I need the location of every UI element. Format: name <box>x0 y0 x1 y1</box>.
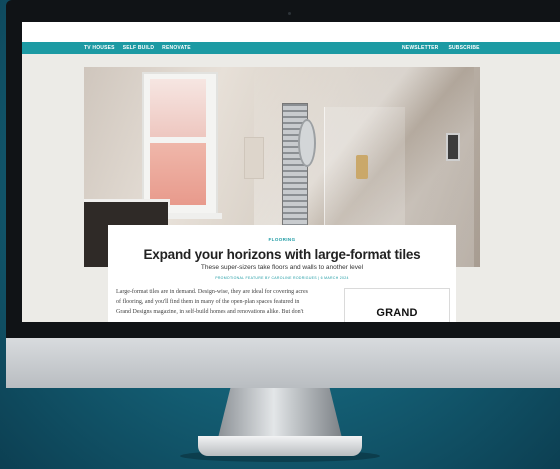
monitor-stand <box>218 388 342 438</box>
nav-subscribe[interactable]: SUBSCRIBE <box>448 45 479 51</box>
article-category[interactable]: FLOORING <box>108 237 456 242</box>
webcam-icon <box>288 12 291 15</box>
monitor-chin <box>6 338 560 388</box>
article-body: Large-format tiles are in demand. Design… <box>116 287 340 317</box>
nav-renovate[interactable]: RENOVATE <box>162 45 191 51</box>
article-subtitle: These super-sizers take floors and walls… <box>200 264 364 271</box>
advert-logo-text: GRAND <box>376 307 418 319</box>
nav-self-build[interactable]: SELF BUILD <box>123 45 154 51</box>
round-mirror <box>298 119 316 167</box>
light-switch <box>446 133 460 161</box>
article-card: FLOORING Expand your horizons with large… <box>108 225 456 322</box>
main-nav: TV HOUSES SELF BUILD RENOVATE NEWSLETTER… <box>22 42 560 54</box>
nav-tv-houses[interactable]: TV HOUSES <box>84 45 115 51</box>
monitor-base <box>198 436 362 456</box>
body-line: Large-format tiles are in demand. Design… <box>116 289 308 295</box>
article-byline: PROMOTIONAL FEATURE BY CAROLINE RODRIGUE… <box>215 276 349 280</box>
site-header <box>22 22 560 42</box>
shower-valve <box>356 155 368 179</box>
body-line: Grand Designs magazine, in self-build ho… <box>116 309 304 315</box>
body-line: of flooring, and you'll find them in man… <box>116 299 300 305</box>
advert-box[interactable]: GRAND <box>344 288 450 322</box>
nav-newsletter[interactable]: NEWSLETTER <box>402 45 438 51</box>
screen: TV HOUSES SELF BUILD RENOVATE NEWSLETTER… <box>22 22 560 322</box>
wall-niche <box>244 137 264 179</box>
article-title: Expand your horizons with large-format t… <box>143 247 421 262</box>
